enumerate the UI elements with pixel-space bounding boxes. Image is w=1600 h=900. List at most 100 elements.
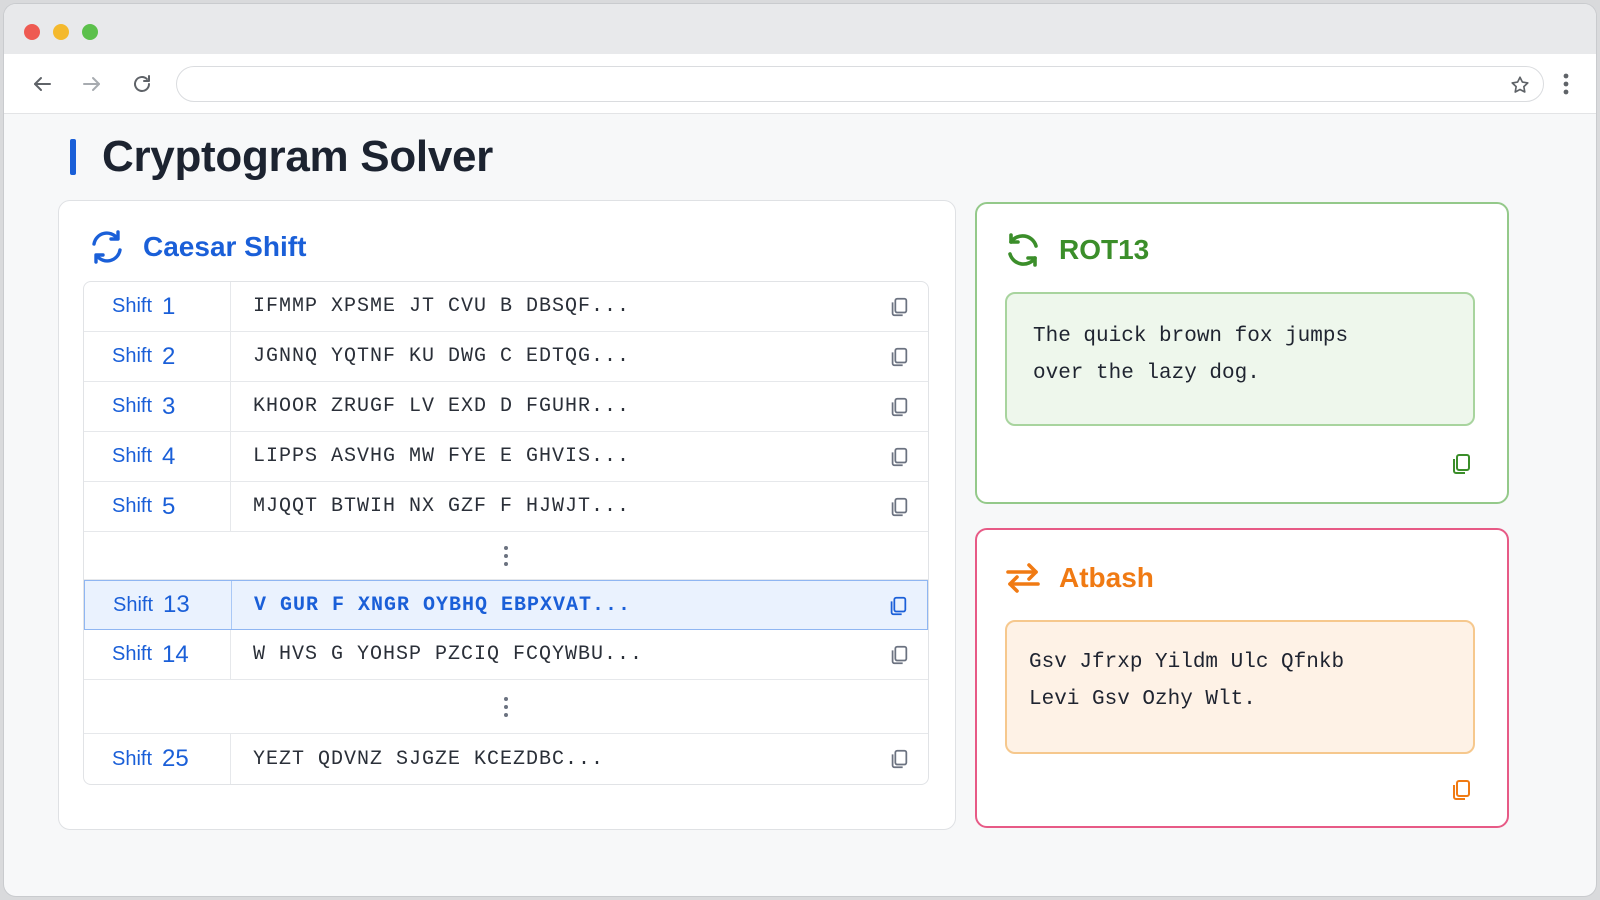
caesar-shift-card: Caesar Shift Shift 1 IFMMP XPSME JT CVU B … bbox=[58, 200, 956, 830]
shift-output-text: MJQQT BTWIH NX GZF F HJWJT... bbox=[253, 495, 631, 518]
rot13-output: The quick brown fox jumps over the lazy … bbox=[1005, 292, 1475, 426]
table-gap-ellipsis bbox=[84, 532, 928, 580]
copy-icon bbox=[1453, 454, 1470, 474]
table-row[interactable]: Shift 4 LIPPS ASVHG MW FYE E GHVIS... bbox=[84, 432, 928, 482]
vertical-ellipsis-icon bbox=[504, 696, 508, 717]
shift-output-text: W HVS G YOHSP PZCIQ FCQYWBU... bbox=[253, 643, 644, 666]
table-row[interactable]: Shift 14 W HVS G YOHSP PZCIQ FCQYWBU... bbox=[84, 630, 928, 680]
shift-number: 2 bbox=[162, 342, 176, 370]
title-bar bbox=[4, 4, 1596, 54]
copy-icon bbox=[891, 347, 908, 367]
shift-word: Shift bbox=[112, 643, 153, 665]
atbash-card: Atbash Gsv Jfrxp Yildm Ulc Qfnkb Levi Gs… bbox=[975, 528, 1509, 828]
shift-output-text: IFMMP XPSME JT CVU B DBSQF... bbox=[253, 295, 631, 318]
shift-label: Shift 2 bbox=[84, 332, 231, 381]
reload-icon bbox=[134, 75, 150, 92]
copy-shift-button[interactable] bbox=[885, 593, 911, 619]
table-row[interactable]: Shift 13 V GUR F XNGR OYBHQ EBPXVAT... bbox=[84, 580, 928, 630]
page-title: Cryptogram Solver bbox=[102, 132, 494, 181]
shift-label: Shift 25 bbox=[84, 734, 231, 784]
copy-shift-button[interactable] bbox=[886, 344, 912, 370]
shift-word: Shift bbox=[112, 445, 153, 467]
shift-word: Shift bbox=[112, 345, 153, 367]
shift-word: Shift bbox=[113, 593, 154, 616]
table-row[interactable]: Shift 2 JGNNQ YQTNF KU DWG C EDTQG... bbox=[84, 332, 928, 382]
shift-number: 14 bbox=[162, 640, 189, 668]
table-row[interactable]: Shift 1 IFMMP XPSME JT CVU B DBSQF... bbox=[84, 282, 928, 332]
shift-word: Shift bbox=[112, 747, 153, 770]
shift-number: 13 bbox=[163, 591, 190, 618]
shift-word: Shift bbox=[112, 295, 153, 317]
url-input[interactable] bbox=[177, 67, 1543, 101]
copy-shift-button[interactable] bbox=[886, 394, 912, 420]
shift-output-text: LIPPS ASVHG MW FYE E GHVIS... bbox=[253, 445, 631, 468]
table-gap-ellipsis bbox=[84, 680, 928, 734]
shift-label: Shift 1 bbox=[84, 282, 231, 331]
table-row[interactable]: Shift 5 MJQQT BTWIH NX GZF F HJWJT... bbox=[84, 482, 928, 532]
caesar-card-header: Caesar Shift bbox=[87, 227, 306, 267]
rot13-card-header: ROT13 bbox=[1003, 230, 1149, 270]
swap-arrows-icon bbox=[1006, 563, 1040, 593]
shift-table: Shift 1 IFMMP XPSME JT CVU B DBSQF... Shift… bbox=[83, 281, 929, 785]
copy-icon bbox=[891, 497, 908, 517]
shift-number: 1 bbox=[162, 292, 176, 320]
shift-label: Shift 3 bbox=[84, 382, 231, 431]
refresh-icon bbox=[1008, 233, 1038, 267]
shift-label: Shift 13 bbox=[85, 581, 232, 629]
arrow-right-icon bbox=[83, 77, 100, 91]
page-header: Cryptogram Solver bbox=[70, 132, 493, 182]
shift-output-text: KHOOR ZRUGF LV EXD D FGUHR... bbox=[253, 395, 631, 418]
forward-button[interactable] bbox=[76, 68, 108, 100]
sync-arrows-icon bbox=[92, 230, 122, 264]
shift-word: Shift bbox=[112, 495, 153, 517]
rot13-card-title: ROT13 bbox=[1059, 234, 1150, 265]
maximize-window-button[interactable] bbox=[82, 24, 98, 40]
reload-button[interactable] bbox=[126, 68, 158, 100]
browser-menu-button[interactable] bbox=[1552, 68, 1580, 100]
shift-output-text: JGNNQ YQTNF KU DWG C EDTQG... bbox=[253, 345, 631, 368]
copy-icon bbox=[890, 596, 907, 616]
rot13-copy-button[interactable] bbox=[1447, 450, 1475, 478]
bookmark-button[interactable] bbox=[1507, 72, 1533, 98]
shift-output-text: V GUR F XNGR OYBHQ EBPXVAT... bbox=[254, 593, 632, 617]
copy-icon bbox=[891, 447, 908, 467]
title-accent-bar bbox=[70, 139, 76, 175]
copy-icon bbox=[891, 397, 908, 417]
shift-number: 4 bbox=[162, 442, 176, 470]
copy-shift-button[interactable] bbox=[886, 642, 912, 668]
star-icon bbox=[1511, 76, 1529, 93]
shift-word: Shift bbox=[112, 395, 153, 417]
kebab-menu-icon bbox=[1563, 73, 1569, 95]
shift-label: Shift 5 bbox=[84, 482, 231, 531]
copy-shift-button[interactable] bbox=[886, 444, 912, 470]
shift-label: Shift 14 bbox=[84, 630, 231, 679]
copy-icon bbox=[891, 297, 908, 317]
minimize-window-button[interactable] bbox=[53, 24, 69, 40]
shift-number: 5 bbox=[162, 492, 176, 520]
shift-label: Shift 4 bbox=[84, 432, 231, 481]
copy-icon bbox=[891, 749, 908, 769]
shift-number: 25 bbox=[162, 745, 189, 772]
vertical-ellipsis-icon bbox=[504, 545, 508, 566]
page-content: Cryptogram Solver Caesar Shift Shift 1 IFM… bbox=[4, 114, 1596, 896]
close-window-button[interactable] bbox=[24, 24, 40, 40]
atbash-copy-button[interactable] bbox=[1447, 776, 1475, 804]
arrow-left-icon bbox=[34, 77, 51, 91]
atbash-output-line-1: Gsv Jfrxp Yildm Ulc Qfnkb bbox=[1029, 651, 1345, 674]
shift-number: 3 bbox=[162, 392, 176, 420]
atbash-output: Gsv Jfrxp Yildm Ulc Qfnkb Levi Gsv Ozhy … bbox=[1005, 620, 1475, 754]
copy-shift-button[interactable] bbox=[886, 494, 912, 520]
copy-shift-button[interactable] bbox=[886, 294, 912, 320]
rot13-output-line-1: The quick brown fox jumps bbox=[1033, 325, 1349, 348]
rot13-card: ROT13 The quick brown fox jumps over the… bbox=[975, 202, 1509, 504]
table-row[interactable]: Shift 25 YEZT QDVNZ SJGZE KCEZDBC... bbox=[84, 734, 928, 784]
atbash-card-title: Atbash bbox=[1059, 562, 1154, 593]
back-button[interactable] bbox=[26, 68, 58, 100]
table-row[interactable]: Shift 3 KHOOR ZRUGF LV EXD D FGUHR... bbox=[84, 382, 928, 432]
shift-output-text: YEZT QDVNZ SJGZE KCEZDBC... bbox=[253, 747, 605, 771]
atbash-output-line-2: Levi Gsv Ozhy Wlt. bbox=[1029, 688, 1256, 711]
atbash-card-header: Atbash bbox=[1003, 558, 1154, 598]
copy-shift-button[interactable] bbox=[886, 746, 912, 772]
copy-icon bbox=[891, 645, 908, 665]
address-bar bbox=[176, 66, 1544, 102]
